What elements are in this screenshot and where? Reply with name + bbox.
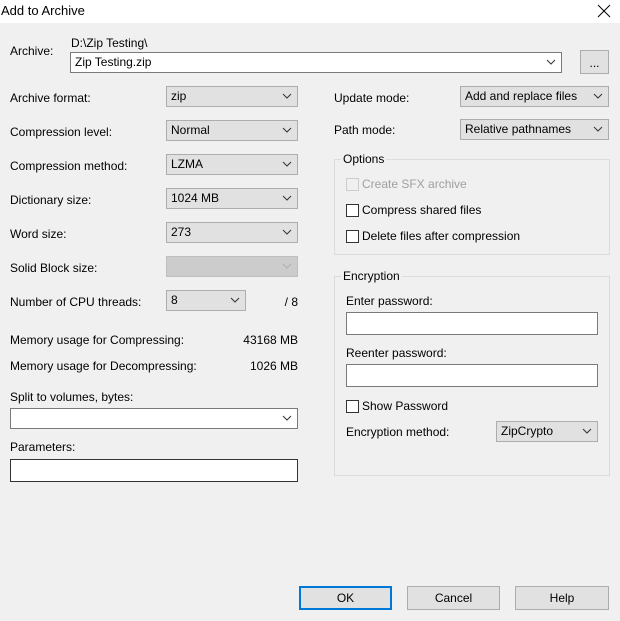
- chevron-down-icon: [281, 260, 293, 272]
- split-volumes-label: Split to volumes, bytes:: [10, 390, 134, 404]
- solid-block-size-select: [166, 256, 298, 277]
- word-size-select[interactable]: 273: [166, 222, 298, 243]
- close-icon[interactable]: [594, 1, 614, 21]
- memory-decompress-value: 1026 MB: [249, 359, 298, 373]
- solid-block-size-label: Solid Block size:: [10, 261, 98, 275]
- cpu-threads-label: Number of CPU threads:: [10, 295, 142, 309]
- create-sfx-label: Create SFX archive: [362, 177, 467, 191]
- cpu-threads-max: / 8: [284, 295, 298, 309]
- chevron-down-icon: [281, 90, 293, 102]
- show-password-checkbox[interactable]: Show Password: [346, 399, 448, 413]
- update-mode-label: Update mode:: [334, 91, 410, 105]
- help-button[interactable]: Help: [515, 586, 609, 610]
- compression-level-select[interactable]: Normal: [166, 120, 298, 141]
- checkbox-box: [346, 177, 359, 191]
- update-mode-value: Add and replace files: [465, 89, 578, 103]
- memory-decompress-label: Memory usage for Decompressing:: [10, 359, 197, 373]
- encryption-method-select[interactable]: ZipCrypto: [496, 421, 598, 442]
- chevron-down-icon: [581, 425, 593, 437]
- parameters-label: Parameters:: [10, 440, 76, 454]
- dictionary-size-label: Dictionary size:: [10, 193, 92, 207]
- dictionary-size-select[interactable]: 1024 MB: [166, 188, 298, 209]
- chevron-down-icon: [592, 90, 604, 102]
- chevron-down-icon: [281, 412, 293, 424]
- window-title: Add to Archive: [1, 3, 85, 18]
- word-size-label: Word size:: [10, 227, 67, 241]
- archive-filename-value: Zip Testing.zip: [75, 55, 152, 69]
- compression-method-select[interactable]: LZMA: [166, 154, 298, 175]
- checkbox-box[interactable]: [346, 399, 359, 413]
- update-mode-select[interactable]: Add and replace files: [460, 86, 609, 107]
- compression-level-label: Compression level:: [10, 125, 113, 139]
- encryption-method-value: ZipCrypto: [501, 424, 554, 438]
- cpu-threads-value: 8: [171, 293, 178, 307]
- cancel-button[interactable]: Cancel: [407, 586, 500, 610]
- ok-button[interactable]: OK: [299, 586, 392, 610]
- path-mode-value: Relative pathnames: [465, 122, 572, 136]
- compress-shared-checkbox[interactable]: Compress shared files: [346, 203, 481, 217]
- archive-path: D:\Zip Testing\: [71, 36, 148, 50]
- compression-method-value: LZMA: [171, 157, 204, 171]
- archive-label: Archive:: [10, 44, 54, 58]
- chevron-down-icon: [592, 123, 604, 135]
- memory-compress-label: Memory usage for Compressing:: [10, 333, 185, 347]
- create-sfx-checkbox: Create SFX archive: [346, 177, 467, 191]
- chevron-down-icon: [229, 294, 241, 306]
- chevron-down-icon: [281, 124, 293, 136]
- delete-after-checkbox[interactable]: Delete files after compression: [346, 229, 520, 243]
- chevron-down-icon: [545, 56, 557, 68]
- path-mode-select[interactable]: Relative pathnames: [460, 119, 609, 140]
- parameters-input[interactable]: [10, 459, 298, 482]
- options-group-title: Options: [341, 152, 387, 166]
- compression-level-value: Normal: [171, 123, 210, 137]
- checkbox-box[interactable]: [346, 229, 359, 243]
- chevron-down-icon: [281, 226, 293, 238]
- archive-format-label: Archive format:: [10, 91, 91, 105]
- encryption-method-label: Encryption method:: [346, 425, 450, 439]
- encryption-group-title: Encryption: [341, 269, 402, 283]
- chevron-down-icon: [281, 158, 293, 170]
- checkbox-box[interactable]: [346, 203, 359, 217]
- reenter-password-label: Reenter password:: [346, 346, 447, 360]
- enter-password-input[interactable]: [346, 312, 598, 335]
- compression-method-label: Compression method:: [10, 159, 128, 173]
- compress-shared-label: Compress shared files: [362, 203, 482, 217]
- browse-button[interactable]: ...: [580, 50, 609, 74]
- archive-format-select[interactable]: zip: [166, 86, 298, 107]
- memory-compress-value: 43168 MB: [243, 333, 298, 347]
- archive-filename-combo[interactable]: Zip Testing.zip: [70, 52, 562, 73]
- cpu-threads-select[interactable]: 8: [166, 290, 246, 311]
- chevron-down-icon: [281, 192, 293, 204]
- reenter-password-input[interactable]: [346, 364, 598, 387]
- word-size-value: 273: [171, 225, 192, 239]
- show-password-label: Show Password: [362, 399, 449, 413]
- path-mode-label: Path mode:: [334, 123, 396, 137]
- enter-password-label: Enter password:: [346, 294, 433, 308]
- split-volumes-combo[interactable]: [10, 408, 298, 429]
- delete-after-label: Delete files after compression: [362, 229, 521, 243]
- archive-format-value: zip: [171, 89, 187, 103]
- title-bar: Add to Archive: [0, 0, 620, 23]
- dictionary-size-value: 1024 MB: [171, 191, 220, 205]
